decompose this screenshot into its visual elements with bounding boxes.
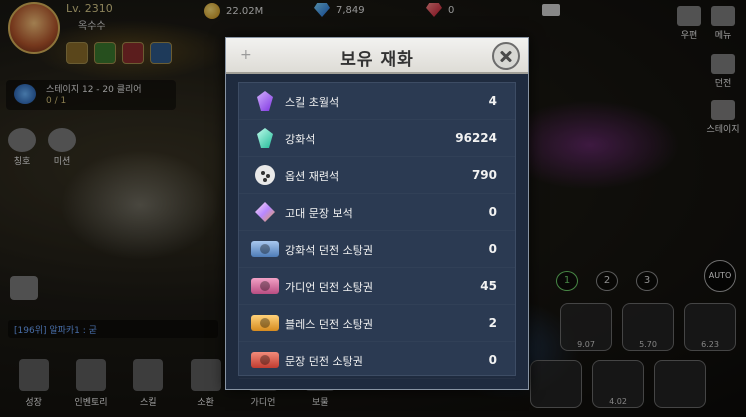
item-name: 고대 문장 보석	[285, 207, 353, 220]
currency-list: 스킬 초월석 4 강화석 96224 옵션 재련석 790 고대 문장 보석 0…	[238, 82, 516, 376]
list-item: 문장 던전 소탕권 0	[239, 342, 515, 379]
item-value: 790	[471, 168, 497, 182]
item-value: 0	[488, 353, 497, 367]
list-item: 고대 문장 보석 0	[239, 194, 515, 231]
item-name: 문장 던전 소탕권	[285, 355, 363, 368]
ancient-jewel-icon	[255, 202, 275, 222]
item-name: 블레스 던전 소탕권	[285, 318, 373, 331]
modal-title: 보유 재화	[340, 50, 414, 70]
item-value: 45	[480, 279, 497, 293]
list-item: 블레스 던전 소탕권 2	[239, 305, 515, 342]
item-value: 0	[488, 205, 497, 219]
item-value: 96224	[455, 131, 497, 145]
item-value: 2	[488, 316, 497, 330]
item-name: 강화석	[285, 133, 316, 146]
pink-ticket-icon	[251, 278, 279, 294]
list-item: 가디언 던전 소탕권 45	[239, 268, 515, 305]
dice-stone-icon	[255, 165, 275, 185]
purple-crystal-icon	[257, 91, 273, 111]
orange-ticket-icon	[251, 315, 279, 331]
modal-header: + 보유 재화	[226, 38, 528, 74]
blue-ticket-icon	[251, 241, 279, 257]
item-name: 스킬 초월석	[285, 96, 340, 109]
red-ticket-icon	[251, 352, 279, 368]
item-name: 가디언 던전 소탕권	[285, 281, 373, 294]
list-item: 강화석 96224	[239, 120, 515, 157]
list-item: 옵션 재련석 790	[239, 157, 515, 194]
list-item: 스킬 초월석 4	[239, 83, 515, 120]
item-value: 0	[488, 242, 497, 256]
green-crystal-icon	[257, 128, 273, 148]
list-item: 강화석 던전 소탕권 0	[239, 231, 515, 268]
item-name: 옵션 재련석	[285, 170, 340, 183]
currency-modal: + 보유 재화 스킬 초월석 4 강화석 96224 옵션 재련석 790 고대…	[225, 37, 529, 390]
item-name: 강화석 던전 소탕권	[285, 244, 373, 257]
close-button[interactable]	[492, 42, 520, 70]
item-value: 4	[488, 94, 497, 108]
